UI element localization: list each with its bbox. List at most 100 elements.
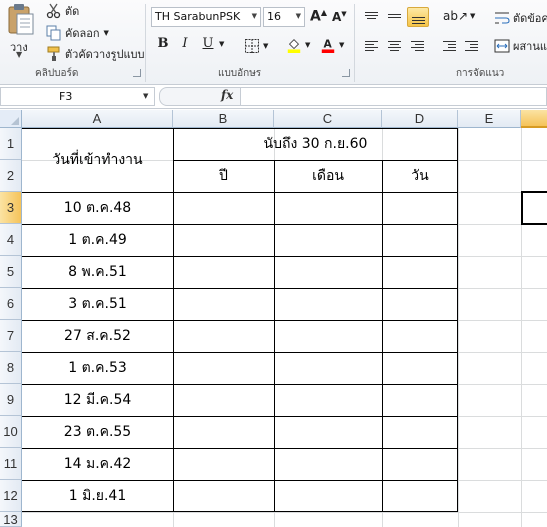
underline-button[interactable]: U — [198, 36, 218, 56]
name-box[interactable]: F3 — [0, 87, 155, 106]
font-size-select[interactable]: 16 ▼ — [263, 7, 305, 27]
cell-date[interactable]: 8 พ.ค.51 — [22, 256, 173, 288]
row-header-5[interactable]: 5 — [0, 256, 22, 288]
font-name-select[interactable]: TH SarabunPSK ▼ — [151, 7, 261, 27]
underline-dropdown-icon[interactable]: ▼ — [219, 40, 224, 48]
align-left-button[interactable] — [361, 36, 383, 56]
row-header-2[interactable]: 2 — [0, 160, 22, 192]
font-color-icon: A — [321, 38, 335, 53]
select-all-button[interactable] — [0, 110, 22, 128]
chevron-down-icon: ▼ — [295, 12, 301, 20]
align-bottom-icon — [412, 17, 425, 26]
align-left-icon — [365, 41, 378, 53]
borders-dropdown-icon: ▼ — [263, 42, 269, 50]
fill-color-button[interactable]: ▼ — [286, 37, 310, 53]
font-color-button[interactable]: A ▼ — [320, 37, 344, 53]
borders-icon — [245, 39, 259, 53]
cell-date[interactable]: 1 มิ.ย.41 — [22, 480, 173, 512]
active-cell-f3[interactable] — [521, 191, 547, 225]
row-header-7[interactable]: 7 — [0, 320, 22, 352]
merge-label: ผสานแ — [513, 40, 547, 53]
formula-bar: F3 ▼ — [0, 85, 547, 109]
copy-button[interactable]: คัดลอก ▼ — [46, 24, 109, 42]
align-center-button[interactable] — [384, 36, 406, 56]
shrink-font-icon: A▼ — [332, 10, 347, 24]
column-header-e[interactable]: E — [458, 110, 521, 128]
row-header-9[interactable]: 9 — [0, 384, 22, 416]
italic-button[interactable]: I — [175, 36, 195, 56]
align-right-button[interactable] — [407, 36, 429, 56]
cell-date[interactable]: 14 ม.ค.42 — [22, 448, 173, 480]
row-header-3[interactable]: 3 — [0, 192, 22, 224]
font-launcher-icon[interactable] — [342, 69, 350, 77]
wrap-text-button[interactable]: ตัดข้อค — [494, 9, 547, 27]
row-header-10[interactable]: 10 — [0, 416, 22, 448]
align-bottom-button[interactable] — [407, 7, 429, 27]
cell-b2-year[interactable]: ปี — [173, 160, 274, 192]
cut-button[interactable]: ตัด — [46, 2, 79, 20]
decrease-indent-button[interactable] — [439, 36, 461, 56]
format-painter-button[interactable]: ตัวคัดวางรูปแบบ — [46, 45, 145, 63]
wrap-text-icon — [495, 12, 510, 24]
fill-color-dropdown-icon: ▼ — [305, 41, 311, 49]
cell-date[interactable]: 23 ต.ค.55 — [22, 416, 173, 448]
group-separator — [354, 4, 355, 82]
row-header-11[interactable]: 11 — [0, 448, 22, 480]
align-top-icon — [365, 12, 378, 19]
paste-dropdown-icon: ▼ — [16, 50, 23, 59]
row-header-13[interactable]: 13 — [0, 512, 22, 527]
column-header-c[interactable]: C — [274, 110, 382, 128]
orientation-button[interactable]: ab↗ ▼ — [443, 9, 475, 23]
bold-button[interactable]: B — [153, 36, 173, 56]
svg-text:A: A — [324, 38, 333, 51]
merge-center-button[interactable]: ผสานแ — [494, 37, 547, 55]
formula-input[interactable] — [241, 87, 547, 106]
format-painter-label: ตัวคัดวางรูปแบบ — [65, 48, 145, 61]
align-top-button[interactable] — [361, 7, 383, 27]
wrap-text-label: ตัดข้อค — [513, 12, 547, 25]
group-separator — [145, 4, 146, 82]
borders-button[interactable]: ▼ — [244, 38, 268, 54]
row-header-1[interactable]: 1 — [0, 128, 22, 160]
column-header-f[interactable] — [521, 110, 547, 128]
row-header-12[interactable]: 12 — [0, 480, 22, 512]
increase-indent-icon — [465, 41, 478, 53]
column-header-d[interactable]: D — [382, 110, 458, 128]
shrink-font-button[interactable]: A▼ — [332, 10, 347, 24]
column-header-a[interactable]: A — [22, 110, 173, 128]
cell-date[interactable]: 12 มี.ค.54 — [22, 384, 173, 416]
grow-font-icon: A▲ — [310, 8, 327, 25]
name-box-value: F3 — [59, 90, 73, 103]
cell-date[interactable]: 3 ต.ค.51 — [22, 288, 173, 320]
cell-date[interactable]: 10 ต.ค.48 — [22, 192, 173, 224]
copy-icon — [46, 25, 61, 41]
alignment-group-label: การจัดแนว — [456, 68, 505, 79]
decrease-indent-icon — [443, 41, 456, 53]
cell-b1-header[interactable]: นับถึง 30 ก.ย.60 — [173, 128, 458, 160]
align-middle-button[interactable] — [384, 7, 406, 27]
ribbon: วาง ▼ ตัด คัดลอก ▼ ตัวคัดวางรูปแบบ คลิปบ… — [0, 0, 547, 85]
increase-indent-button[interactable] — [461, 36, 483, 56]
row-header-6[interactable]: 6 — [0, 288, 22, 320]
row-header-8[interactable]: 8 — [0, 352, 22, 384]
row-header-4[interactable]: 4 — [0, 224, 22, 256]
cell-a1-header[interactable]: วันที่เข้าทำงาน — [22, 128, 173, 192]
insert-function-icon[interactable]: fx — [221, 88, 233, 102]
name-box-dropdown-icon[interactable]: ▼ — [143, 92, 148, 100]
clipboard-launcher-icon[interactable] — [133, 69, 141, 77]
copy-label: คัดลอก — [65, 27, 100, 40]
column-header-b[interactable]: B — [173, 110, 274, 128]
align-center-icon — [388, 41, 401, 51]
cell-date[interactable]: 1 ต.ค.49 — [22, 224, 173, 256]
cell-date[interactable]: 1 ต.ค.53 — [22, 352, 173, 384]
merge-icon — [494, 39, 510, 53]
font-color-dropdown-icon: ▼ — [339, 41, 345, 49]
cell-d2-day[interactable]: วัน — [382, 160, 458, 192]
scissors-icon — [46, 3, 61, 19]
cell-c2-month[interactable]: เดือน — [274, 160, 382, 192]
align-right-icon — [411, 41, 424, 53]
grow-font-button[interactable]: A▲ — [310, 8, 327, 25]
cell-date[interactable]: 27 ส.ค.52 — [22, 320, 173, 352]
paint-bucket-icon — [287, 39, 301, 53]
cut-label: ตัด — [65, 5, 80, 18]
